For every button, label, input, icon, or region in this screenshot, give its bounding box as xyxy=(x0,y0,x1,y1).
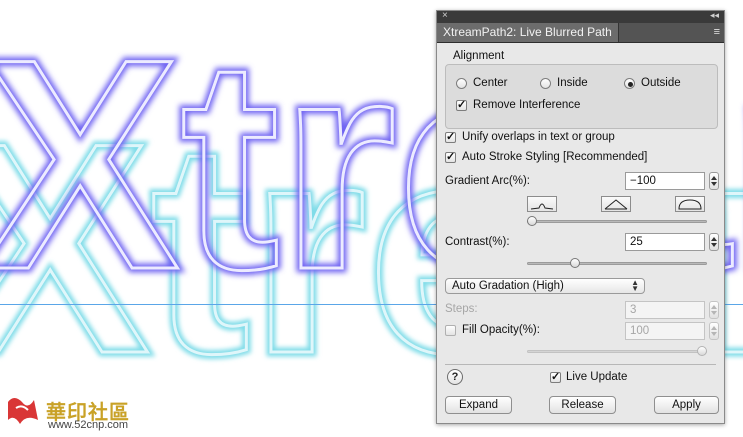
expand-button[interactable]: Expand xyxy=(445,396,512,414)
panel-top-bar: × ◂◂ xyxy=(437,10,724,23)
fill-opacity-checkbox[interactable] xyxy=(445,325,456,336)
round-arc-button[interactable] xyxy=(675,196,705,212)
round-arc-icon xyxy=(678,199,702,210)
chevron-updown-icon: ▲ ▼ xyxy=(631,278,639,293)
peak-arc-button[interactable] xyxy=(527,196,557,212)
contrast-label: Contrast(%): xyxy=(445,236,510,248)
panel-tab[interactable]: XtreamPath2: Live Blurred Path xyxy=(437,23,619,42)
radio-selected-dot xyxy=(628,82,633,87)
radio-inside[interactable] xyxy=(540,78,551,89)
gradient-arc-stepper[interactable] xyxy=(709,172,719,190)
help-icon[interactable]: ? xyxy=(447,369,463,385)
live-update-label[interactable]: Live Update xyxy=(566,371,627,383)
gradation-select[interactable]: Auto Gradation (High) ▲ ▼ xyxy=(445,278,645,294)
fill-opacity-input[interactable]: 100 xyxy=(625,322,705,340)
release-button[interactable]: Release xyxy=(549,396,616,414)
radio-center[interactable] xyxy=(456,78,467,89)
collapse-icon[interactable]: ◂◂ xyxy=(710,10,719,21)
fill-opacity-slider-track[interactable] xyxy=(527,350,707,353)
gradation-select-value: Auto Gradation (High) xyxy=(452,280,564,292)
gradient-arc-input[interactable]: −100 xyxy=(625,172,705,190)
auto-stroke-checkbox[interactable]: ✓ xyxy=(445,152,456,163)
triangle-arc-button[interactable] xyxy=(601,196,631,212)
alignment-group xyxy=(445,64,718,129)
alignment-heading: Alignment xyxy=(453,50,505,62)
remove-interference-label[interactable]: Remove Interference xyxy=(473,99,580,111)
unify-overlaps-label[interactable]: Unify overlaps in text or group xyxy=(462,131,615,143)
radio-center-label[interactable]: Center xyxy=(473,77,508,89)
radio-outside[interactable] xyxy=(624,78,635,89)
panel-divider xyxy=(445,364,716,365)
fill-opacity-slider-thumb[interactable] xyxy=(697,346,707,356)
apply-button[interactable]: Apply xyxy=(654,396,719,414)
radio-inside-label[interactable]: Inside xyxy=(557,77,588,89)
remove-interference-checkbox[interactable]: ✓ xyxy=(456,100,467,111)
contrast-slider-track[interactable] xyxy=(527,262,707,265)
steps-input[interactable]: 3 xyxy=(625,301,705,319)
panel-menu-icon[interactable]: ≡ xyxy=(714,26,720,38)
triangle-arc-icon xyxy=(604,199,628,210)
auto-stroke-label[interactable]: Auto Stroke Styling [Recommended] xyxy=(462,151,647,163)
peak-arc-icon xyxy=(530,203,554,210)
contrast-slider-thumb[interactable] xyxy=(569,258,580,268)
xtreampath-panel: × ◂◂ XtreamPath2: Live Blurred Path ≡ Al… xyxy=(436,10,725,424)
close-icon[interactable]: × xyxy=(442,10,448,21)
watermark-url: www.52cnp.com xyxy=(48,419,129,431)
contrast-input[interactable]: 25 xyxy=(625,233,705,251)
unify-overlaps-checkbox[interactable]: ✓ xyxy=(445,132,456,143)
fill-opacity-stepper[interactable] xyxy=(709,322,719,340)
gradient-arc-slider-thumb[interactable] xyxy=(527,216,537,226)
panel-title-bar: XtreamPath2: Live Blurred Path ≡ xyxy=(437,23,724,43)
fill-opacity-label[interactable]: Fill Opacity(%): xyxy=(462,324,540,336)
steps-stepper[interactable] xyxy=(709,301,719,319)
gradient-arc-label: Gradient Arc(%): xyxy=(445,175,530,187)
contrast-stepper[interactable] xyxy=(709,233,719,251)
radio-outside-label[interactable]: Outside xyxy=(641,77,681,89)
gradient-arc-slider-track[interactable] xyxy=(527,220,707,223)
steps-label: Steps: xyxy=(445,303,478,315)
live-update-checkbox[interactable]: ✓ xyxy=(550,372,561,383)
